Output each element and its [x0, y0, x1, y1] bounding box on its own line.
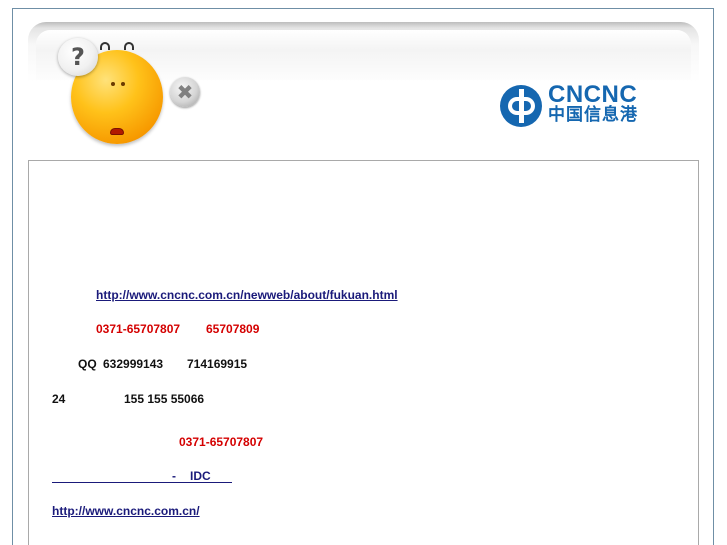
eye-left [111, 82, 115, 86]
idc-link-separator: - [172, 469, 176, 483]
home-link[interactable]: http://www.cncnc.com.cn/ [52, 504, 200, 518]
phone-primary: 0371-65707807 [96, 322, 181, 336]
close-icon[interactable]: ✖ [170, 77, 200, 107]
qq-number-2: 714169915 [187, 357, 248, 371]
smiley-mascot-icon: ? [56, 36, 168, 148]
support-mobile: 155 155 55066 [124, 392, 205, 406]
cncnc-logo[interactable]: CNCNC 中国信息港 [500, 83, 660, 129]
logo-name: CNCNC [548, 81, 638, 108]
eyebrow-left [100, 42, 110, 50]
cncnc-logo-icon [500, 85, 542, 127]
logo-subtitle: 中国信息港 [548, 105, 638, 125]
payment-info-link[interactable]: http://www.cncnc.com.cn/newweb/about/fuk… [96, 288, 398, 302]
phone-secondary: 65707809 [206, 322, 260, 336]
qq-number-1: 632999143 [103, 357, 164, 371]
phone-repeat: 0371-65707807 [179, 435, 264, 449]
question-bubble-icon: ? [58, 38, 98, 76]
idc-link-label: IDC [190, 469, 211, 483]
qq-label: QQ [78, 357, 97, 371]
eyebrow-right [124, 42, 134, 50]
idc-link-underline [52, 482, 232, 483]
mouth [110, 128, 124, 135]
eye-right [121, 82, 125, 86]
support-hours: 24 [52, 392, 66, 406]
